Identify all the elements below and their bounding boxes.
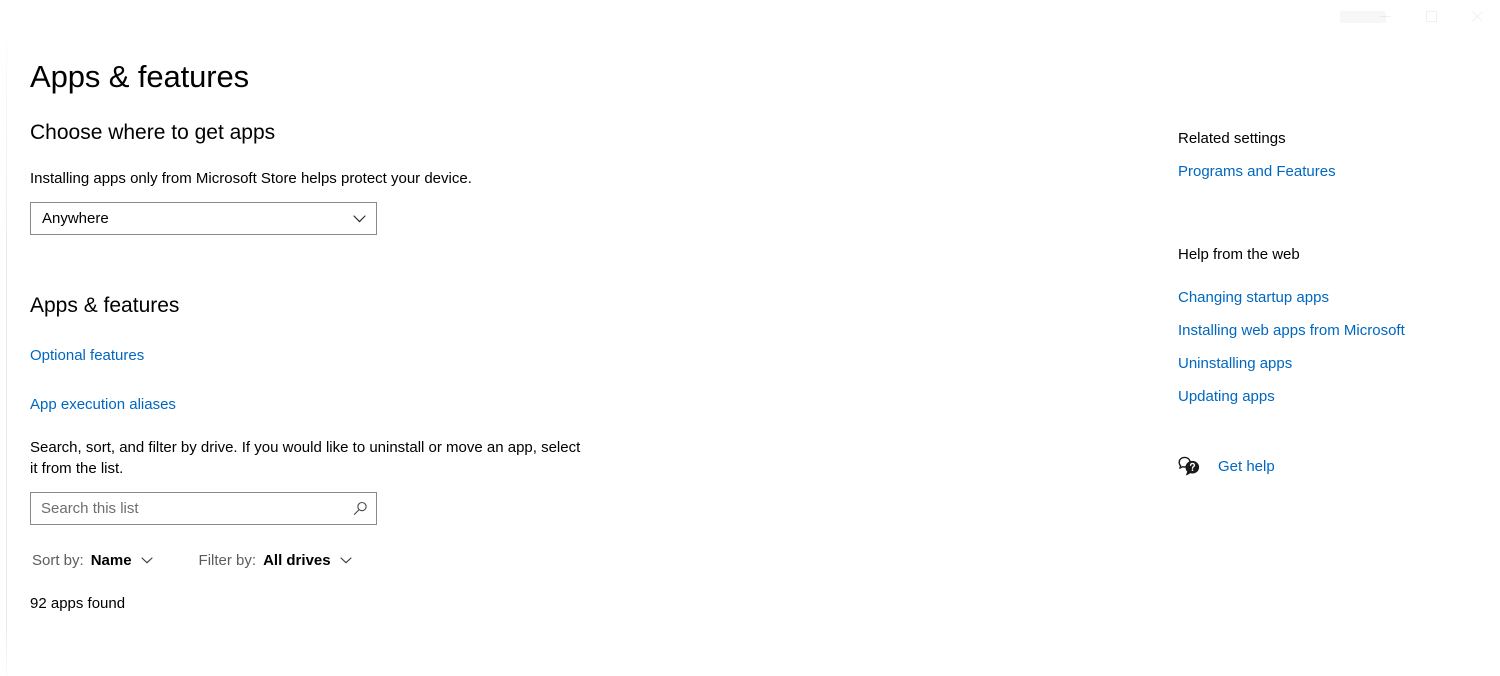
choose-source-heading: Choose where to get apps [30, 121, 276, 144]
apps-features-heading: Apps & features [30, 294, 180, 317]
filter-by-value: All drives [263, 552, 331, 569]
chevron-down-icon [340, 557, 352, 564]
main-column: Apps & features Choose where to get apps… [30, 40, 670, 614]
link-optional-features[interactable]: Optional features [30, 345, 144, 366]
search-this-list-box[interactable] [30, 492, 377, 525]
chevron-down-icon [140, 557, 153, 564]
choose-source-description: Installing apps only from Microsoft Stor… [30, 170, 472, 187]
get-help-button[interactable]: Get help [1178, 455, 1478, 477]
help-from-web-heading: Help from the web [1178, 246, 1300, 263]
filter-by-control[interactable]: Filter by: All drives [197, 550, 354, 571]
title-bar [0, 0, 1500, 40]
search-input[interactable] [31, 494, 344, 523]
help-bubble-icon [1178, 455, 1200, 477]
sort-filter-row: Sort by: Name Filter by: All drives [30, 550, 670, 571]
filter-by-label: Filter by: [198, 552, 257, 569]
sort-by-label: Sort by: [32, 552, 84, 569]
minimize-icon[interactable] [1362, 0, 1408, 32]
sort-by-control[interactable]: Sort by: Name [30, 550, 155, 571]
related-settings-heading: Related settings [1178, 130, 1286, 147]
settings-window: Apps & features Choose where to get apps… [0, 0, 1500, 676]
link-programs-and-features[interactable]: Programs and Features [1178, 161, 1336, 182]
page-content: Apps & features Choose where to get apps… [0, 40, 1500, 676]
sort-by-value: Name [90, 552, 132, 569]
link-uninstalling-apps[interactable]: Uninstalling apps [1178, 353, 1292, 374]
link-installing-web-apps-from-microsoft[interactable]: Installing web apps from Microsoft [1178, 320, 1405, 341]
search-icon[interactable] [344, 493, 376, 524]
app-source-dropdown[interactable]: Anywhere [30, 202, 377, 235]
get-help-label: Get help [1218, 457, 1275, 475]
link-app-execution-aliases[interactable]: App execution aliases [30, 394, 176, 415]
close-icon[interactable] [1454, 0, 1500, 32]
page-title: Apps & features [30, 59, 250, 94]
apps-found-count: 92 apps found [30, 595, 126, 612]
maximize-icon[interactable] [1408, 0, 1454, 32]
chevron-down-icon [342, 214, 376, 223]
link-changing-startup-apps[interactable]: Changing startup apps [1178, 287, 1329, 308]
apps-list-description: Search, sort, and filter by drive. If yo… [30, 439, 581, 477]
app-source-dropdown-value: Anywhere [42, 210, 109, 227]
link-updating-apps[interactable]: Updating apps [1178, 386, 1275, 407]
side-column: Related settings Programs and Features H… [1178, 40, 1478, 477]
